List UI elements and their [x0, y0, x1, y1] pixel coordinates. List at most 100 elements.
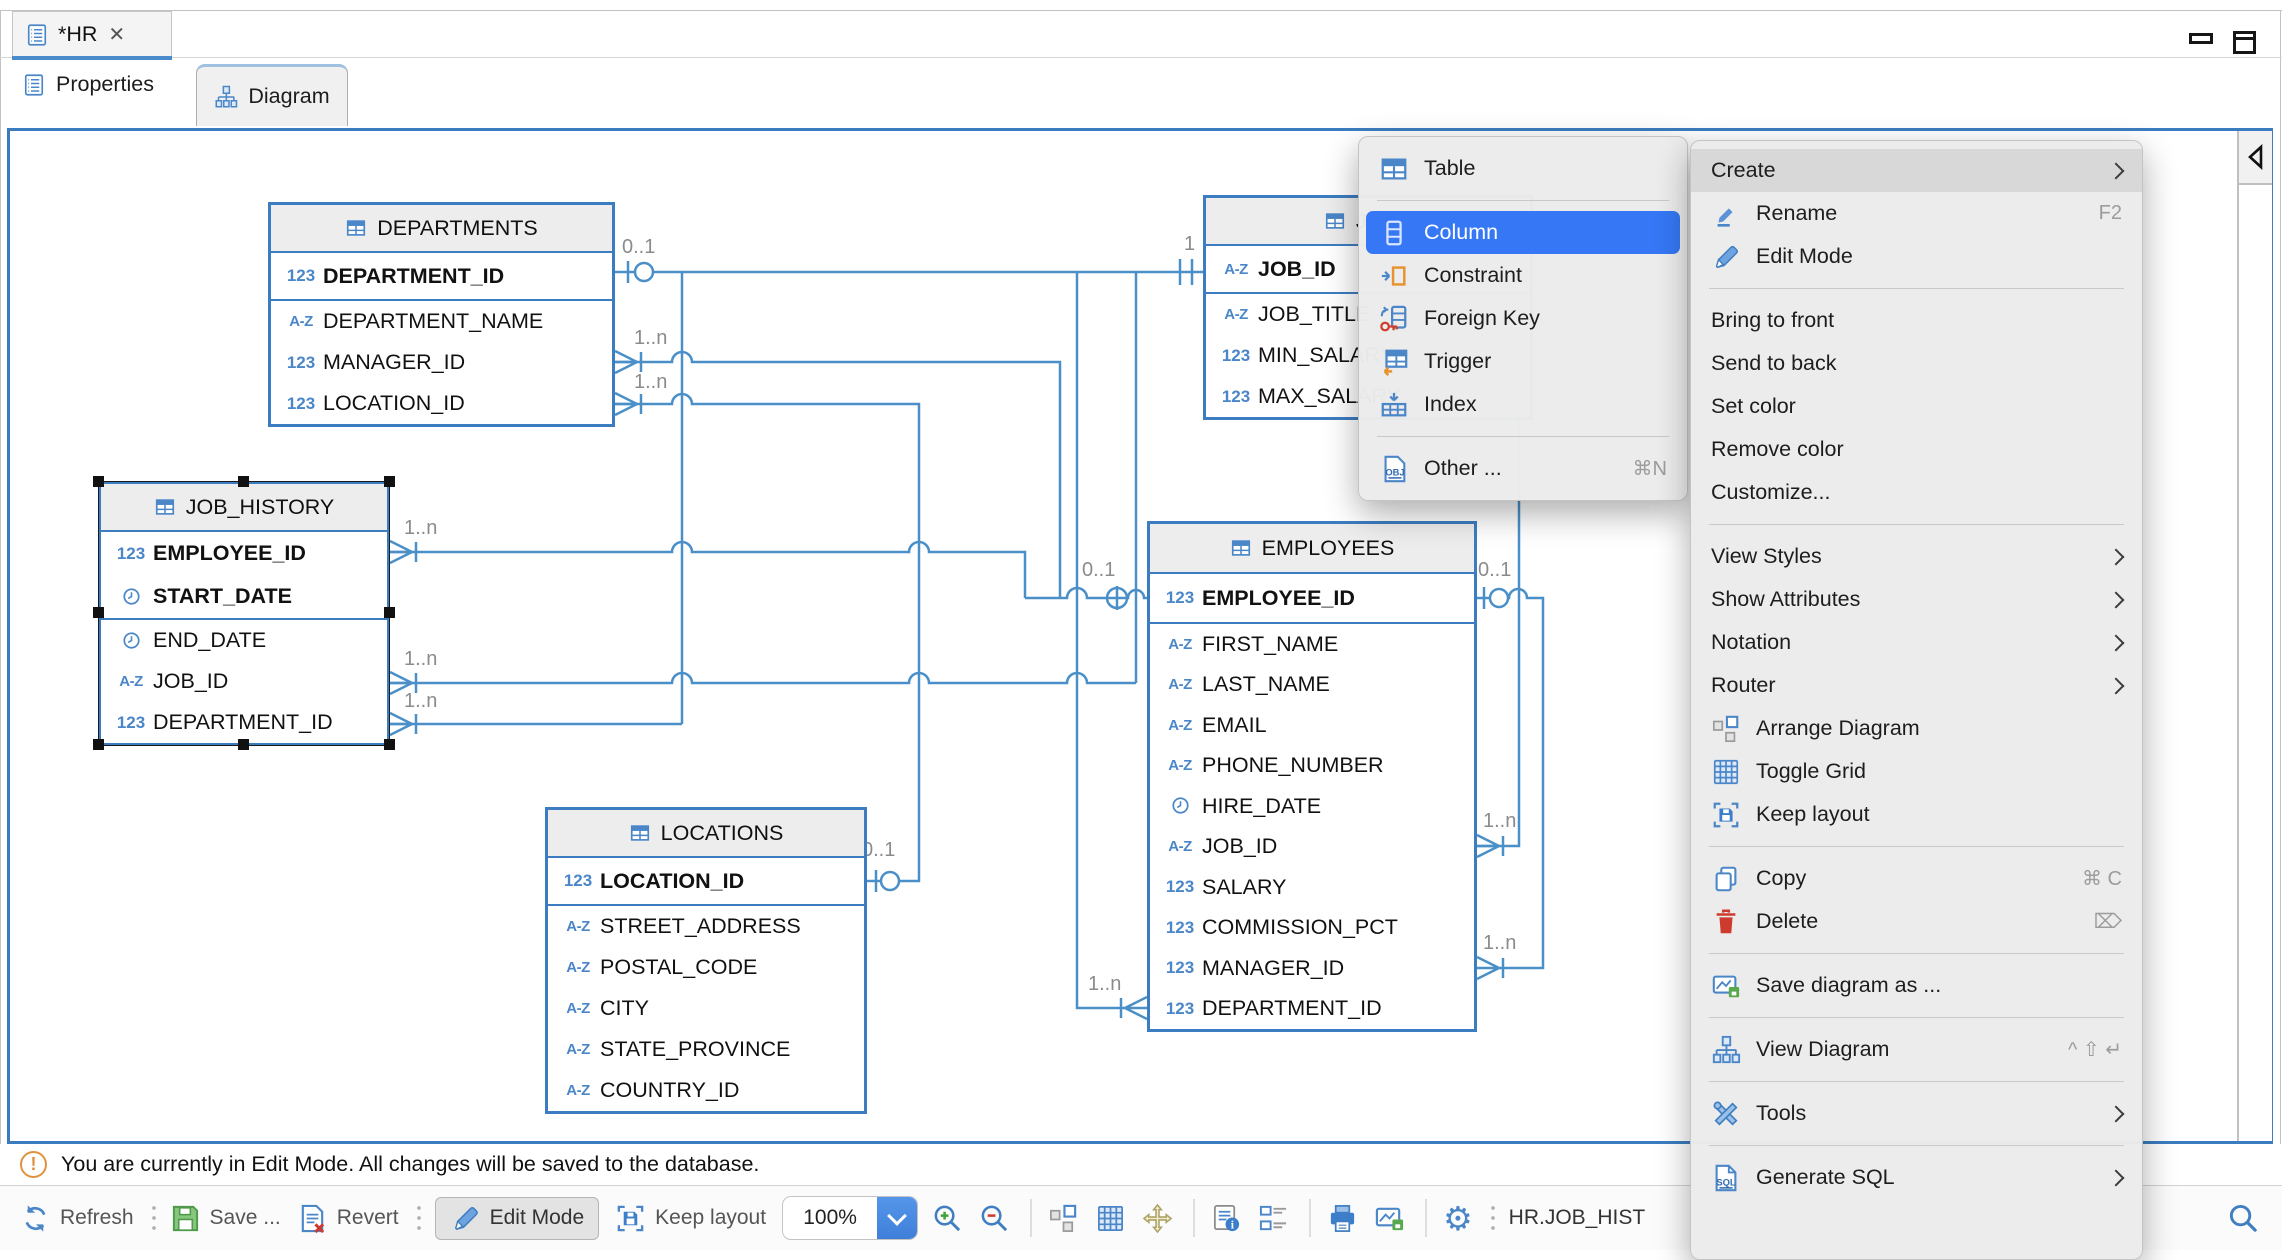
menu-item-notation[interactable]: Notation — [1691, 621, 2142, 664]
column-row-job_id[interactable]: A-ZJOB_ID — [101, 661, 387, 702]
table-header[interactable]: LOCATIONS — [548, 810, 864, 858]
menu-item-show-attributes[interactable]: Show Attributes — [1691, 578, 2142, 621]
menu-item-keep-layout[interactable]: Keep layout — [1691, 793, 2142, 836]
toggle-grid-button[interactable] — [1095, 1203, 1126, 1234]
column-row-first_name[interactable]: A-ZFIRST_NAME — [1150, 624, 1474, 665]
menu-item-edit-mode[interactable]: Edit Mode — [1691, 235, 2142, 278]
column-row-street_address[interactable]: A-ZSTREET_ADDRESS — [548, 906, 864, 947]
table-header[interactable]: DEPARTMENTS — [271, 205, 612, 253]
column-row-email[interactable]: A-ZEMAIL — [1150, 705, 1474, 746]
selection-handle[interactable] — [384, 476, 395, 487]
zoom-out-button[interactable] — [979, 1203, 1010, 1234]
column-row-department_name[interactable]: A-ZDEPARTMENT_NAME — [271, 301, 612, 342]
minimize-button[interactable] — [2189, 33, 2213, 44]
menu-item-arrange-diagram[interactable]: Arrange Diagram — [1691, 707, 2142, 750]
menu-item-foreign-key[interactable]: Foreign Key — [1359, 297, 1687, 340]
column-row-department_id[interactable]: 123DEPARTMENT_ID — [271, 253, 612, 299]
selection-handle[interactable] — [384, 607, 395, 618]
column-row-end_date[interactable]: END_DATE — [101, 620, 387, 661]
menu-item-column[interactable]: Column — [1366, 211, 1680, 254]
save-image-button[interactable] — [1374, 1203, 1405, 1234]
column-row-country_id[interactable]: A-ZCOUNTRY_ID — [548, 1070, 864, 1111]
column-row-hire_date[interactable]: HIRE_DATE — [1150, 786, 1474, 827]
search-button[interactable] — [2227, 1203, 2258, 1234]
column-row-manager_id[interactable]: 123MANAGER_ID — [271, 342, 612, 383]
column-row-employee_id[interactable]: 123EMPLOYEE_ID — [1150, 574, 1474, 622]
numeric-type-icon: 123 — [556, 871, 600, 891]
menu-item-tools[interactable]: Tools — [1691, 1092, 2142, 1135]
column-row-city[interactable]: A-ZCITY — [548, 988, 864, 1029]
menu-item-delete[interactable]: Delete⌦ — [1691, 900, 2142, 943]
menu-item-create[interactable]: Create — [1691, 149, 2142, 192]
menu-item-table[interactable]: Table — [1359, 147, 1687, 190]
refresh-icon — [20, 1203, 51, 1234]
maximize-button[interactable] — [2233, 31, 2256, 54]
entity-locations[interactable]: LOCATIONS123LOCATION_IDA-ZSTREET_ADDRESS… — [545, 807, 867, 1114]
menu-item-view-diagram[interactable]: View Diagram^ ⇧ ↵ — [1691, 1028, 2142, 1071]
menu-item-set-color[interactable]: Set color — [1691, 385, 2142, 428]
close-tab-icon[interactable]: ✕ — [108, 22, 125, 47]
column-row-commission_pct[interactable]: 123COMMISSION_PCT — [1150, 908, 1474, 949]
column-row-department_id[interactable]: 123DEPARTMENT_ID — [1150, 989, 1474, 1030]
table-header[interactable]: JOB_HISTORY — [101, 484, 387, 532]
column-row-location_id[interactable]: 123LOCATION_ID — [271, 383, 612, 424]
zoom-dropdown-button[interactable] — [877, 1197, 917, 1239]
print-button[interactable] — [1327, 1203, 1358, 1234]
entity-employees[interactable]: EMPLOYEES123EMPLOYEE_IDA-ZFIRST_NAMEA-ZL… — [1147, 521, 1477, 1032]
column-row-phone_number[interactable]: A-ZPHONE_NUMBER — [1150, 746, 1474, 787]
column-row-start_date[interactable]: START_DATE — [101, 575, 387, 618]
constraint-icon — [1379, 261, 1409, 291]
column-row-job_id[interactable]: A-ZJOB_ID — [1150, 827, 1474, 868]
move-mode-button[interactable] — [1142, 1203, 1173, 1234]
zoom-in-button[interactable] — [932, 1203, 963, 1234]
refresh-button[interactable]: Refresh — [20, 1203, 134, 1234]
column-row-employee_id[interactable]: 123EMPLOYEE_ID — [101, 532, 387, 575]
menu-item-generate-sql[interactable]: SQLGenerate SQL — [1691, 1156, 2142, 1199]
menu-item-save-diagram-as[interactable]: Save diagram as ... — [1691, 964, 2142, 1007]
column-row-manager_id[interactable]: 123MANAGER_ID — [1150, 948, 1474, 989]
keep-layout-toggle[interactable]: Keep layout — [615, 1203, 766, 1234]
selection-handle[interactable] — [93, 739, 104, 750]
tab-diagram[interactable]: Diagram — [196, 64, 348, 126]
menu-item-router[interactable]: Router — [1691, 664, 2142, 707]
menu-item-bring-to-front[interactable]: Bring to front — [1691, 299, 2142, 342]
menu-item-index[interactable]: Index — [1359, 383, 1687, 426]
column-row-state_province[interactable]: A-ZSTATE_PROVINCE — [548, 1029, 864, 1070]
menu-item-send-to-back[interactable]: Send to back — [1691, 342, 2142, 385]
menu-item-trigger[interactable]: Trigger — [1359, 340, 1687, 383]
selection-handle[interactable] — [384, 739, 395, 750]
tab-properties[interactable]: Properties — [22, 72, 154, 97]
column-row-salary[interactable]: 123SALARY — [1150, 867, 1474, 908]
menu-item-constraint[interactable]: Constraint — [1359, 254, 1687, 297]
entity-job-history[interactable]: JOB_HISTORY123EMPLOYEE_IDSTART_DATEEND_D… — [98, 481, 390, 746]
outline-button[interactable] — [1258, 1203, 1289, 1234]
menu-item-other[interactable]: OBJOther ...⌘N — [1359, 447, 1687, 490]
menu-item-toggle-grid[interactable]: Toggle Grid — [1691, 750, 2142, 793]
column-row-department_id[interactable]: 123DEPARTMENT_ID — [101, 702, 387, 743]
menu-item-copy[interactable]: Copy⌘ C — [1691, 857, 2142, 900]
menu-item-rename[interactable]: RenameF2 — [1691, 192, 2142, 235]
selection-handle[interactable] — [238, 476, 249, 487]
selection-handle[interactable] — [93, 607, 104, 618]
collapse-palette-button[interactable] — [2239, 131, 2272, 185]
editor-tab-hr[interactable]: *HR ✕ — [12, 11, 172, 57]
edit-mode-toggle[interactable]: Edit Mode — [435, 1197, 600, 1240]
element-info-button[interactable]: i — [1211, 1203, 1242, 1234]
save-button[interactable]: Save ... — [170, 1203, 281, 1234]
column-row-last_name[interactable]: A-ZLAST_NAME — [1150, 665, 1474, 706]
zoom-level-select[interactable]: 100% — [782, 1196, 918, 1240]
menu-item-view-styles[interactable]: View Styles — [1691, 535, 2142, 578]
menu-item-customize[interactable]: Customize... — [1691, 471, 2142, 514]
entity-departments[interactable]: DEPARTMENTS123DEPARTMENT_IDA-ZDEPARTMENT… — [268, 202, 615, 427]
selection-handle[interactable] — [93, 476, 104, 487]
selection-handle[interactable] — [238, 739, 249, 750]
table-header[interactable]: EMPLOYEES — [1150, 524, 1474, 574]
column-row-location_id[interactable]: 123LOCATION_ID — [548, 858, 864, 904]
arrange-diagram-button[interactable] — [1048, 1203, 1079, 1234]
revert-button[interactable]: Revert — [297, 1203, 399, 1234]
settings-button[interactable]: ⚙ — [1443, 1202, 1473, 1235]
menu-item-remove-color[interactable]: Remove color — [1691, 428, 2142, 471]
string-type-icon: A-Z — [556, 1082, 600, 1099]
string-type-icon: A-Z — [1158, 757, 1202, 774]
column-row-postal_code[interactable]: A-ZPOSTAL_CODE — [548, 947, 864, 988]
